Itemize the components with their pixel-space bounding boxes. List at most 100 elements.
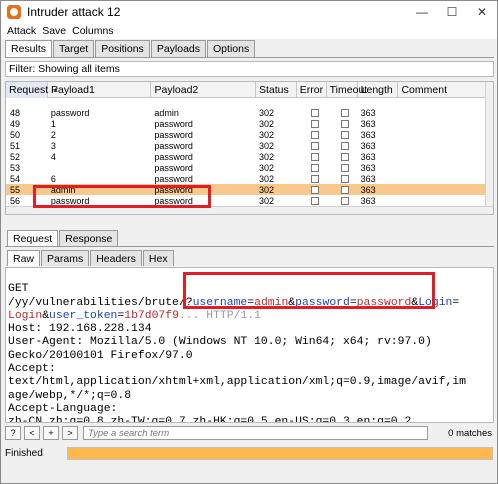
table-row[interactable]: 54 6 password 302 363 — [6, 173, 493, 184]
request-method: GET — [8, 283, 29, 296]
table-horizontal-scrollbar[interactable] — [6, 206, 493, 214]
table-row[interactable]: 51 3 password 302 363 — [6, 140, 493, 151]
help-button[interactable]: ? — [5, 426, 21, 440]
tab-hex[interactable]: Hex — [142, 250, 174, 266]
maximize-button[interactable]: ☐ — [437, 1, 467, 23]
cell-timeout — [327, 96, 358, 107]
table-row[interactable]: 50 2 password 302 363 — [6, 129, 493, 140]
cell-request: 54 — [10, 173, 21, 184]
cell-payload2: password — [154, 162, 193, 173]
param-value: password — [356, 296, 412, 309]
cell-length: 363 — [360, 107, 376, 118]
checkbox — [310, 130, 319, 139]
menu-save[interactable]: Save — [42, 25, 66, 37]
checkbox — [310, 152, 319, 161]
tab-payloads[interactable]: Payloads — [150, 40, 207, 57]
cell-status: 302 — [258, 173, 274, 184]
tab-results[interactable]: Results — [5, 40, 53, 57]
menu-bar: Attack Save Columns — [1, 23, 497, 39]
cell-payload2 — [151, 96, 256, 107]
tab-response[interactable]: Response — [59, 230, 119, 246]
reqresp-tabs-divider — [5, 246, 494, 247]
cell-status: 302 — [258, 151, 274, 162]
filter-bar[interactable]: Filter: Showing all items — [5, 61, 494, 77]
table-vertical-scrollbar[interactable] — [485, 82, 493, 214]
table-row[interactable]: 55 admin password 302 363 — [6, 184, 493, 195]
table-row[interactable] — [6, 96, 493, 107]
table-row[interactable]: 49 1 password 302 363 — [6, 118, 493, 129]
request-headers: Host: 192.168.228.134 User-Agent: Mozill… — [8, 323, 466, 423]
tab-params[interactable]: Params — [41, 250, 90, 266]
cell-length — [358, 96, 399, 107]
request-header-line: age/webp,*/*;q=0.8 — [8, 389, 132, 402]
param-name: password — [295, 296, 350, 309]
cell-length: 363 — [360, 173, 376, 184]
tab-raw[interactable]: Raw — [7, 250, 41, 266]
cell-error — [297, 96, 327, 107]
cell-status: 302 — [258, 162, 274, 173]
cell-payload1: 1 — [50, 118, 56, 129]
cell-timeout — [327, 162, 358, 173]
tab-positions[interactable]: Positions — [95, 40, 150, 57]
main-tabs: Results Target Positions Payloads Option… — [5, 40, 256, 57]
cell-timeout — [327, 118, 358, 129]
cell-payload2: password — [154, 151, 193, 162]
param-name: username — [192, 296, 248, 309]
checkbox — [340, 119, 349, 128]
cell-length: 363 — [360, 151, 376, 162]
cell-status: 302 — [258, 140, 274, 151]
minimize-button[interactable]: — — [407, 1, 437, 23]
cell-comment — [398, 140, 493, 151]
cell-length: 363 — [360, 195, 376, 206]
table-row[interactable]: 56 password password 302 363 — [6, 195, 493, 206]
search-bar: ? < + > 0 matches — [5, 425, 494, 441]
cell-payload2: password — [154, 118, 193, 129]
request-path: /yy/vulnerabilities/brute/ — [8, 296, 186, 309]
close-button[interactable]: ✕ — [467, 1, 497, 23]
menu-columns[interactable]: Columns — [72, 25, 113, 37]
request-editor[interactable]: GET /yy/vulnerabilities/brute/?username=… — [5, 267, 494, 423]
param-name: user_token — [49, 309, 118, 322]
cell-timeout — [327, 184, 358, 195]
cell-length: 363 — [360, 129, 376, 140]
param-value: Login — [8, 309, 43, 322]
tab-headers[interactable]: Headers — [90, 250, 142, 266]
checkbox — [310, 141, 319, 150]
request-header-line: zh-CN,zh;q=0.8,zh-TW;q=0.7,zh-HK;q=0.5,e… — [8, 416, 412, 423]
next-match-button[interactable]: > — [62, 426, 78, 440]
checkbox — [340, 174, 349, 183]
search-input[interactable] — [83, 426, 428, 440]
previous-match-button[interactable]: < — [24, 426, 40, 440]
cell-status: 302 — [258, 118, 274, 129]
tab-request[interactable]: Request — [7, 230, 59, 246]
param-value: 1b7d07f9 — [124, 309, 179, 322]
checkbox — [340, 130, 349, 139]
cell-error — [297, 118, 327, 129]
table-row[interactable]: 48 password admin 302 363 — [6, 107, 493, 118]
cell-comment — [398, 184, 493, 195]
options-button[interactable]: + — [43, 426, 59, 440]
cell-request: 51 — [10, 140, 21, 151]
table-body: 48 password admin 302 363 49 1 password 302 363 50… — [6, 96, 493, 206]
cell-payload2: admin — [154, 107, 179, 118]
table-row[interactable]: 52 4 password 302 363 — [6, 151, 493, 162]
table-row[interactable]: 53 password 302 363 — [6, 162, 493, 173]
request-header-line: Gecko/20100101 Firefox/97.0 — [8, 349, 193, 362]
cell-timeout — [327, 195, 358, 206]
cell-timeout — [327, 129, 358, 140]
request-header-line: text/html,application/xhtml+xml,applicat… — [8, 376, 466, 389]
cell-payload1: password — [50, 107, 90, 118]
cell-payload1: 2 — [50, 129, 56, 140]
tab-options[interactable]: Options — [207, 40, 256, 57]
menu-attack[interactable]: Attack — [7, 25, 36, 37]
cell-comment — [398, 118, 493, 129]
cell-length: 363 — [360, 162, 376, 173]
status-bar: Finished — [5, 445, 494, 461]
cell-request: 55 — [10, 184, 21, 195]
status-text: Finished — [5, 447, 43, 459]
cell-request: 56 — [10, 195, 21, 206]
title-bar: Intruder attack 12 — ☐ ✕ — [1, 1, 497, 23]
cell-timeout — [327, 107, 358, 118]
checkbox — [310, 163, 319, 172]
tab-target[interactable]: Target — [53, 40, 95, 57]
